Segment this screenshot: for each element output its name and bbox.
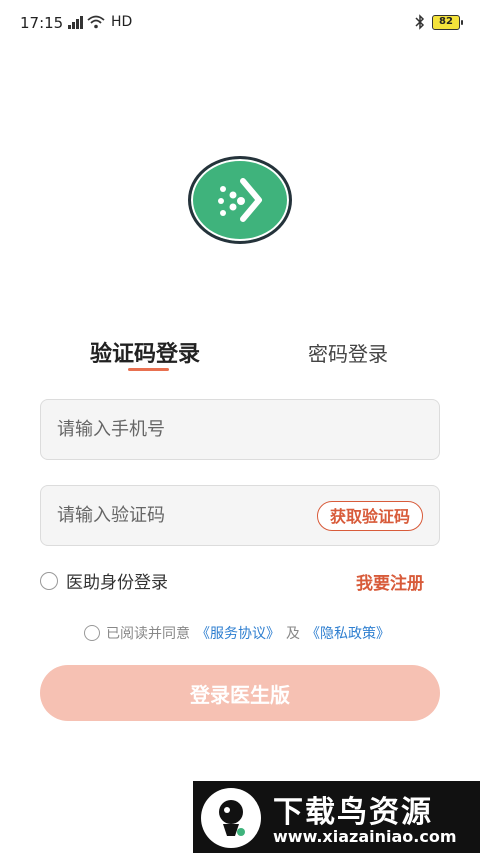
privacy-policy-link[interactable]: 《隐私政策》 [306,623,390,643]
agreement-conjunction: 及 [286,626,300,642]
cellular-signal-icon [68,15,83,29]
tab-sms-login[interactable]: 验证码登录 [90,336,200,368]
status-time: 17:15 [20,14,64,32]
tab-password-login[interactable]: 密码登录 [308,338,388,367]
app-logo [188,156,292,244]
watermark-bird-icon [201,788,261,848]
code-field-container: 获取验证码 [40,485,440,546]
logo-mark-icon [218,178,262,222]
battery-icon: 82 [432,14,463,30]
assist-login-option[interactable]: 医助身份登录 [40,568,168,593]
assist-login-label: 医助身份登录 [66,573,168,593]
agreement-prefix: 已阅读并同意 [106,626,190,642]
bluetooth-icon [415,14,425,30]
register-link[interactable]: 我要注册 [356,569,424,594]
service-agreement-link[interactable]: 《服务协议》 [196,623,280,643]
wifi-icon [87,15,105,29]
phone-input[interactable] [57,400,307,459]
active-tab-indicator [128,368,169,371]
watermark-url: www.xiazainiao.com [273,827,457,846]
status-bar: 17:15 HD 82 [0,0,480,46]
watermark: 下载鸟资源 www.xiazainiao.com [193,781,480,853]
agreement-row: 已阅读并同意 《服务协议》 及 《隐私政策》 [84,623,390,643]
login-button[interactable]: 登录医生版 [40,665,440,721]
watermark-title: 下载鸟资源 [273,795,433,830]
get-code-button[interactable]: 获取验证码 [316,501,423,531]
network-type: HD [111,14,133,30]
verification-code-input[interactable] [57,486,307,545]
assist-login-radio[interactable] [40,571,58,590]
phone-field-container [40,399,440,460]
agreement-checkbox[interactable] [84,625,100,641]
